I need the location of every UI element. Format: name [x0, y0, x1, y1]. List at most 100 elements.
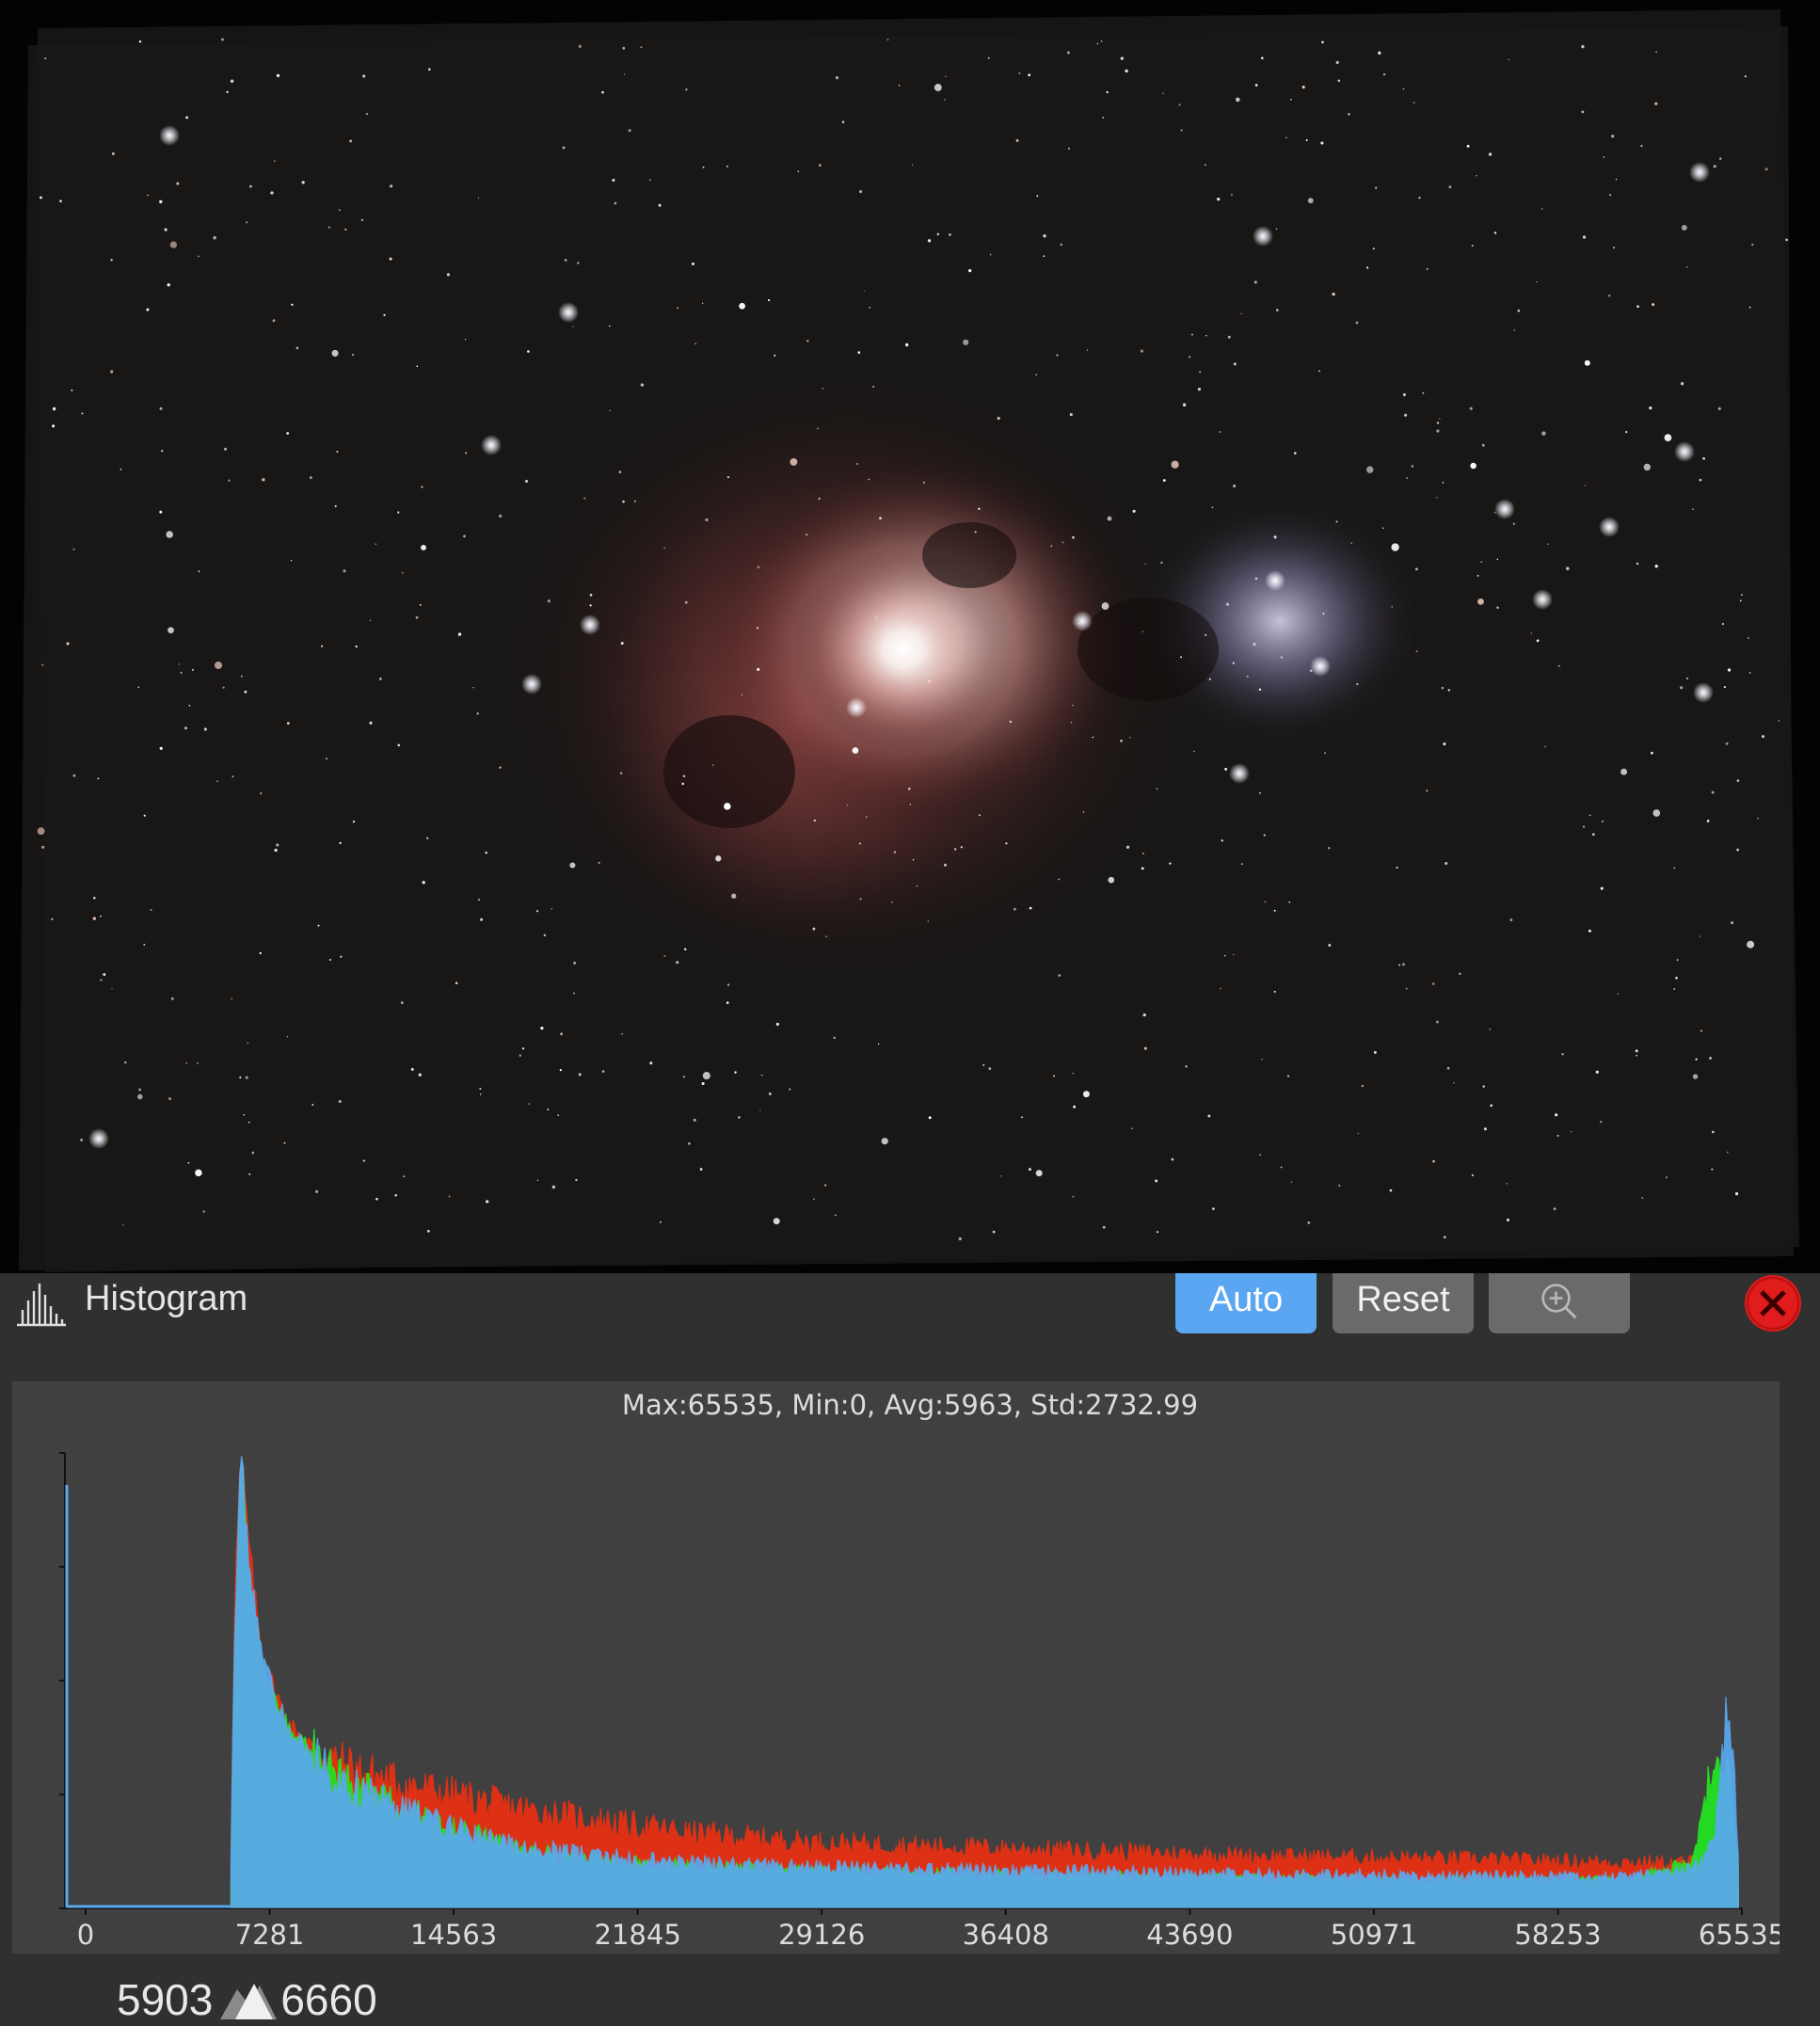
histogram-plot: 0 7281 14563 21845 29126 36408 43690 50971 58253… [59, 1452, 1780, 1951]
star [1431, 982, 1435, 985]
star [1547, 543, 1550, 545]
star [589, 593, 593, 597]
star [1706, 820, 1710, 822]
bright-star [1265, 570, 1285, 591]
star [726, 983, 730, 986]
star [1028, 73, 1031, 77]
bright-star [1599, 517, 1620, 537]
star [195, 1169, 202, 1177]
bright-star [1310, 656, 1331, 677]
star [1193, 750, 1195, 753]
star [1666, 1176, 1668, 1179]
star [1005, 842, 1008, 845]
star [251, 1151, 255, 1155]
star [1617, 993, 1620, 995]
star [472, 687, 474, 689]
star [1675, 976, 1678, 980]
star [806, 534, 808, 535]
star [1736, 779, 1740, 782]
star [203, 727, 207, 731]
star [291, 303, 294, 306]
star [835, 75, 839, 80]
star [315, 1189, 319, 1193]
star [1009, 720, 1013, 724]
star [197, 255, 200, 258]
star [1217, 197, 1221, 201]
star [1357, 1132, 1360, 1135]
star [479, 1093, 482, 1095]
star [1422, 391, 1425, 394]
star [1280, 1166, 1283, 1169]
star [677, 307, 679, 310]
star [1414, 567, 1418, 571]
range-high-value[interactable]: 6660 [280, 1973, 376, 2026]
star [259, 791, 263, 795]
star [1496, 606, 1499, 609]
range-low-value[interactable]: 5903 [117, 1973, 213, 2026]
star [1445, 862, 1448, 865]
star [1141, 867, 1144, 870]
star [1441, 686, 1445, 690]
star [1171, 1157, 1174, 1161]
star [1584, 359, 1590, 366]
auto-button[interactable]: Auto [1175, 1273, 1317, 1333]
star [1402, 88, 1405, 90]
star [958, 1236, 962, 1241]
star [390, 184, 393, 188]
star [1482, 1085, 1485, 1088]
star [944, 99, 946, 101]
star [1050, 545, 1053, 548]
star [1322, 613, 1325, 615]
star [1058, 974, 1062, 977]
bright-star [159, 125, 180, 146]
star [1517, 310, 1521, 312]
star [110, 370, 114, 374]
star [1155, 1179, 1158, 1183]
star [1253, 280, 1257, 284]
star [168, 627, 174, 634]
star [1143, 1046, 1147, 1050]
star [220, 38, 224, 41]
zoom-button[interactable] [1489, 1273, 1630, 1333]
star [1588, 929, 1591, 933]
star [1021, 1116, 1024, 1119]
star [1673, 988, 1676, 991]
star [1711, 1168, 1714, 1171]
star [1233, 362, 1237, 366]
star [239, 1076, 242, 1079]
astro-image-viewer[interactable] [0, 0, 1820, 1273]
star [1711, 790, 1715, 794]
star [1231, 194, 1233, 196]
star [1374, 1051, 1377, 1054]
star [922, 481, 926, 484]
star [858, 842, 861, 845]
star [159, 407, 163, 410]
star [1264, 901, 1267, 903]
star [224, 447, 227, 451]
star [724, 803, 731, 810]
star [1391, 606, 1393, 608]
star [1000, 1175, 1002, 1177]
star [1611, 135, 1615, 138]
reset-button[interactable]: Reset [1333, 1273, 1474, 1333]
star [59, 199, 62, 203]
star [1102, 117, 1105, 119]
star [1199, 371, 1201, 373]
star [394, 1193, 398, 1197]
star [1389, 1188, 1393, 1192]
star [369, 619, 372, 622]
star [1686, 678, 1688, 679]
close-button[interactable] [1745, 1275, 1801, 1332]
star [327, 226, 330, 229]
star [1470, 462, 1477, 470]
histogram-chart[interactable]: 0 7281 14563 21845 29126 36408 43690 50971 58253… [12, 1381, 1780, 1954]
star [479, 1088, 482, 1091]
star [1224, 767, 1228, 771]
bright-star [558, 302, 579, 323]
star [410, 1067, 414, 1071]
star [954, 848, 957, 851]
star [1285, 136, 1287, 138]
star [881, 1138, 888, 1145]
star [1402, 963, 1405, 966]
star [1337, 79, 1341, 83]
